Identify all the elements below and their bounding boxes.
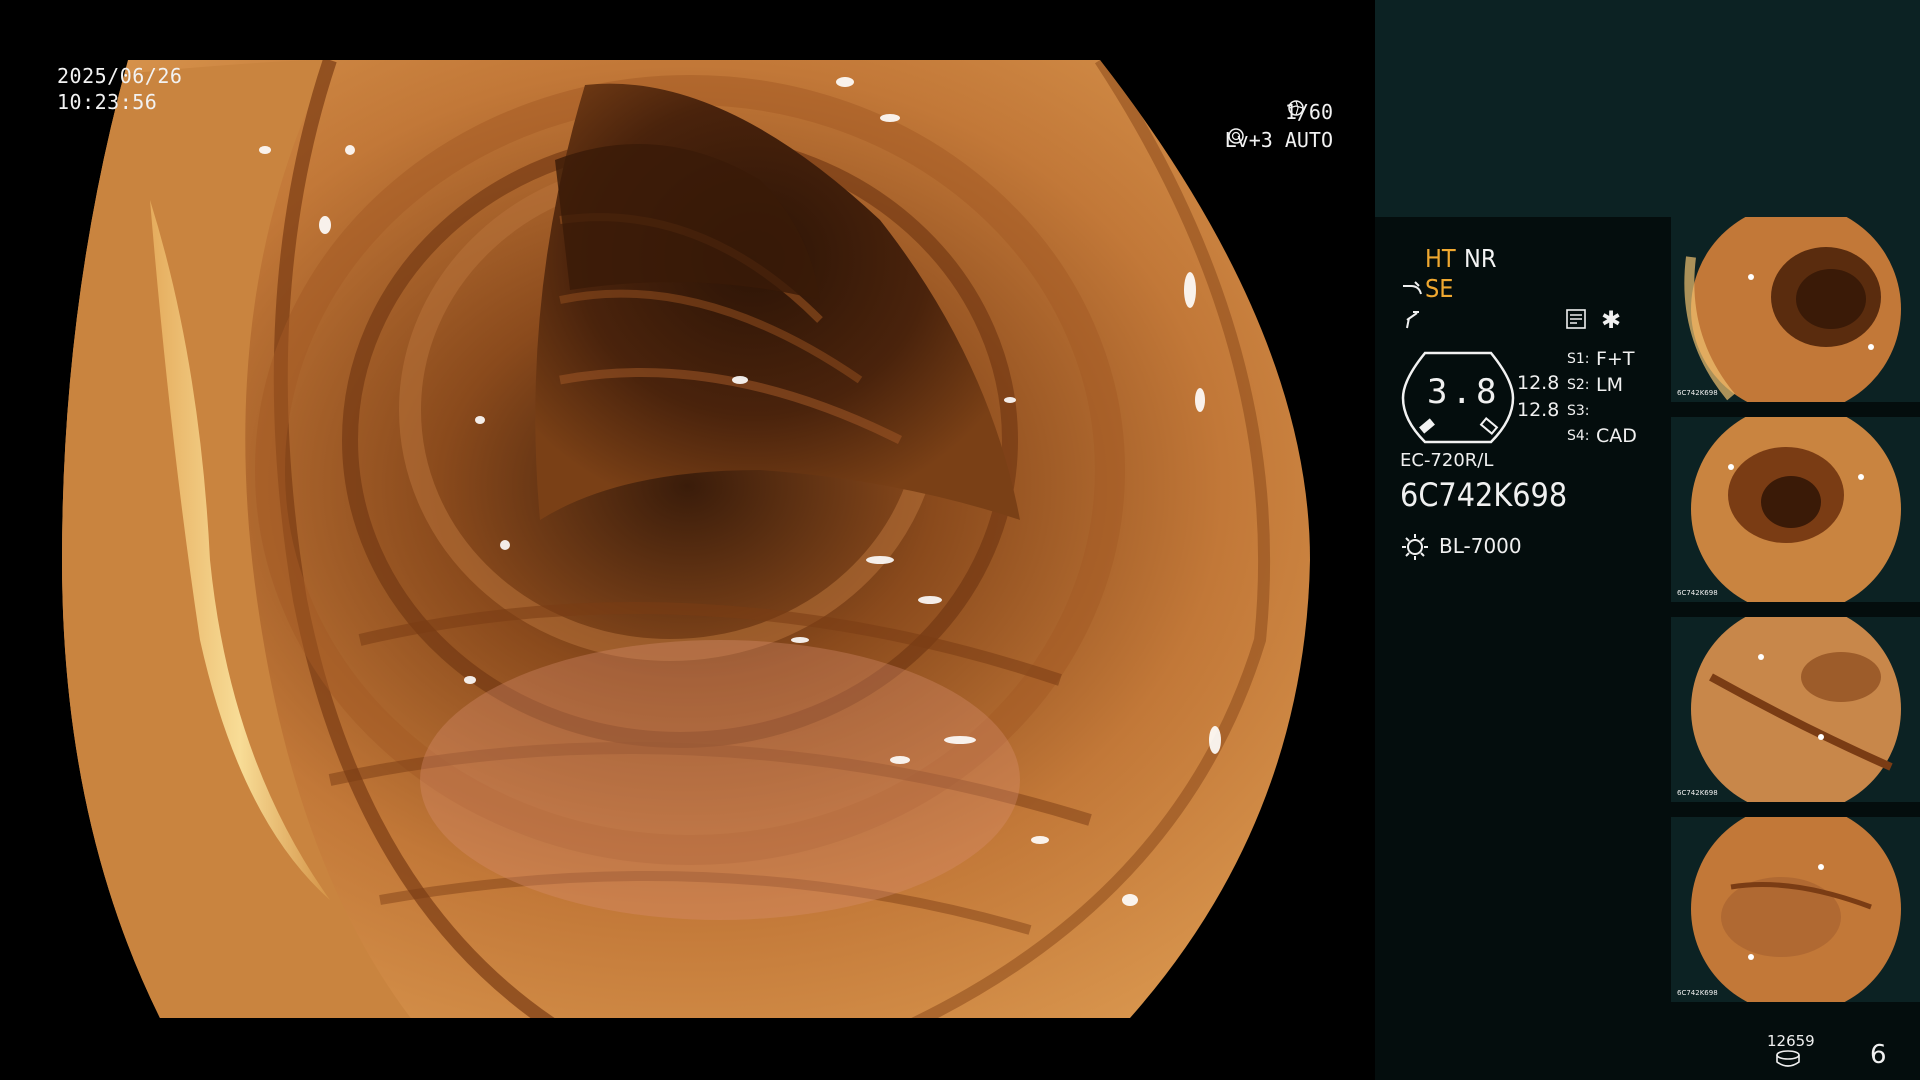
switch-key: S2:	[1567, 377, 1590, 393]
capture-time: 10:23:56	[57, 90, 158, 114]
thumbnail-serial: 6C742K698	[1677, 589, 1718, 597]
thumbnail-serial: 6C742K698	[1677, 789, 1718, 797]
captured-thumbnail[interactable]: 6C742K698	[1671, 817, 1920, 1002]
scope-curve-icon	[1403, 281, 1422, 295]
status-panel: HT NR SE ✱ 3.8 12.8 12.8 S1: F+T S2: LM …	[1375, 0, 1920, 1080]
nr-mode-label: NR	[1464, 244, 1497, 273]
colon-lumen-image	[62, 60, 1310, 1018]
switch-value: CAD	[1596, 425, 1637, 447]
live-endoscope-view: 2025/06/26 10:23:56 1/60 Lv+3 AUTO	[0, 0, 1375, 1080]
lightning-icon	[1406, 311, 1419, 329]
switch-key: S4:	[1567, 428, 1590, 444]
image-counter: 12659	[1767, 1032, 1815, 1050]
storage-icon	[1776, 1050, 1800, 1067]
captured-thumbnail[interactable]: 6C742K698	[1671, 417, 1920, 602]
panel-header-area	[1375, 0, 1920, 217]
brightness-level-readout: Lv+3 AUTO	[1225, 128, 1333, 152]
measure-value-2: 12.8	[1517, 399, 1560, 421]
switch-value: LM	[1596, 374, 1623, 396]
shutter-speed-readout: 1/60	[1285, 100, 1333, 124]
switch-key: S1:	[1567, 351, 1590, 367]
memo-icon	[1566, 309, 1586, 329]
scope-model: EC-720R/L	[1400, 450, 1494, 471]
scope-serial: 6C742K698	[1400, 476, 1568, 514]
shutter-icon	[1288, 100, 1304, 116]
light-bulb-icon	[1402, 534, 1428, 560]
light-source: BL-7000	[1439, 534, 1522, 558]
iris-icon	[1227, 128, 1244, 144]
measure-value-1: 12.8	[1517, 372, 1560, 394]
ht-mode-label: HT	[1425, 244, 1456, 273]
switch-key: S3:	[1567, 403, 1590, 419]
asterisk-icon: ✱	[1601, 306, 1622, 334]
thumbnail-serial: 6C742K698	[1677, 389, 1718, 397]
zoom-value: 3.8	[1427, 372, 1501, 412]
switch-value: F+T	[1596, 348, 1635, 370]
se-mode-label: SE	[1425, 274, 1454, 303]
page-number: 6	[1870, 1040, 1887, 1070]
captured-thumbnail[interactable]: 6C742K698	[1671, 217, 1920, 402]
thumbnail-serial: 6C742K698	[1677, 989, 1718, 997]
captured-thumbnail[interactable]: 6C742K698	[1671, 617, 1920, 802]
capture-date: 2025/06/26	[57, 64, 183, 88]
